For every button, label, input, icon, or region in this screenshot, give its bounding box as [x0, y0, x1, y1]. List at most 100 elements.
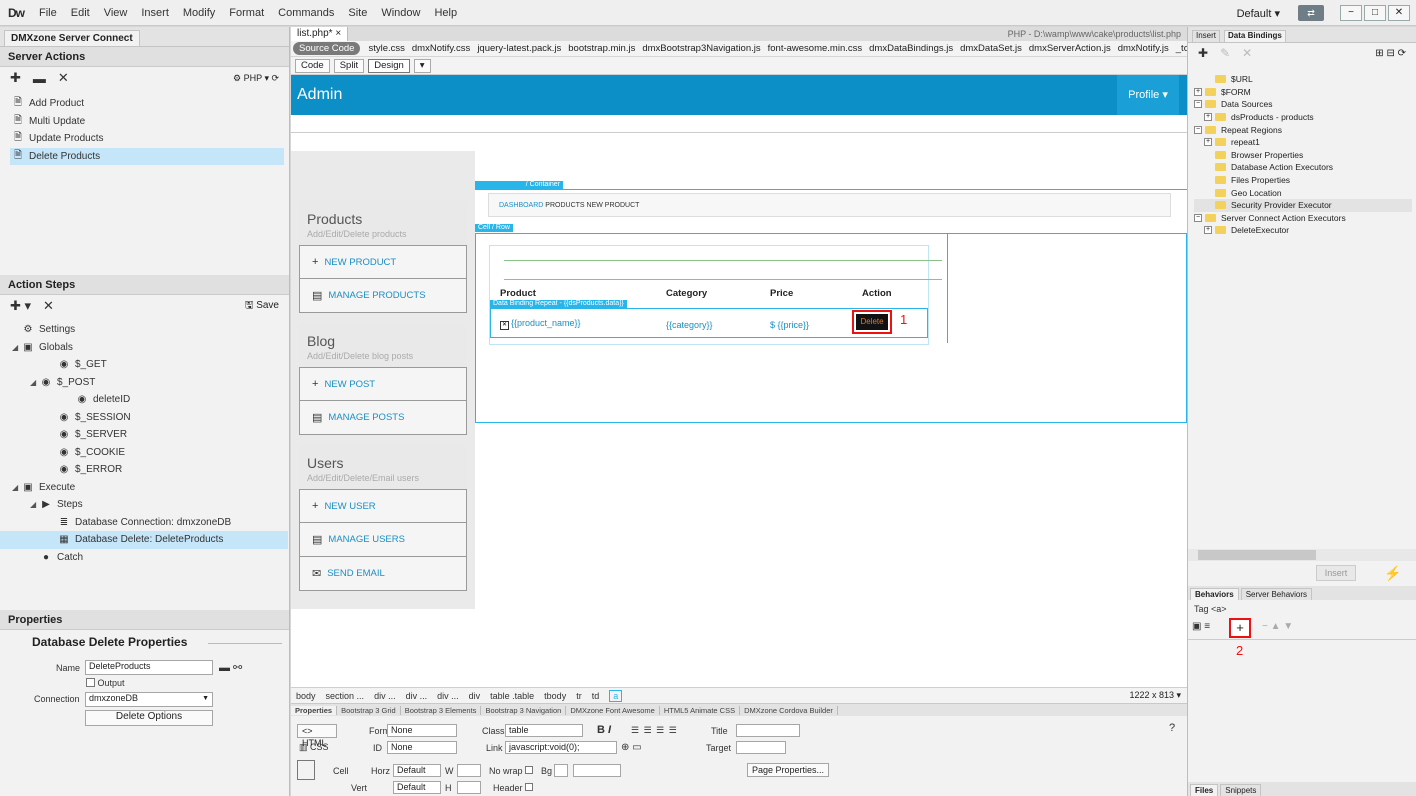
- css-mode-button[interactable]: ▥ CSS: [299, 742, 329, 753]
- action-item-multi-update[interactable]: 🗎 Multi Update: [12, 113, 289, 131]
- delete-options-button[interactable]: Delete Options: [85, 710, 213, 726]
- binding-node[interactable]: − Data Sources: [1194, 98, 1412, 111]
- folder-icon[interactable]: ▬: [33, 71, 46, 86]
- step-item[interactable]: ● Catch: [6, 549, 288, 567]
- bg-color-field[interactable]: [573, 764, 621, 777]
- binding-node[interactable]: − Server Connect Action Executors: [1194, 212, 1412, 225]
- link-field[interactable]: javascript:void(0);: [505, 741, 617, 754]
- collapse-icon[interactable]: −: [1194, 125, 1202, 134]
- card-button[interactable]: + NEW POST: [299, 367, 467, 401]
- tag-crumb[interactable]: tr: [576, 691, 582, 701]
- menu-view[interactable]: View: [104, 7, 128, 19]
- insert-button[interactable]: Insert: [1316, 565, 1356, 581]
- step-item[interactable]: ◉ $_SESSION: [6, 409, 288, 427]
- tag-crumb[interactable]: tbody: [544, 691, 566, 701]
- menu-insert[interactable]: Insert: [141, 7, 169, 19]
- format-select[interactable]: None: [387, 724, 457, 737]
- menu-commands[interactable]: Commands: [278, 7, 334, 19]
- title-field[interactable]: [736, 724, 800, 737]
- nowrap-checkbox[interactable]: No wrap: [489, 766, 534, 776]
- design-view-button[interactable]: Design: [368, 58, 410, 73]
- width-field[interactable]: [457, 764, 481, 777]
- vert-select[interactable]: Default: [393, 781, 441, 794]
- binding-node[interactable]: +Geo Location: [1194, 186, 1412, 199]
- binding-node[interactable]: − Repeat Regions: [1194, 123, 1412, 136]
- folder-browse-icon[interactable]: ▬ ⚯: [219, 661, 242, 674]
- card-button[interactable]: ✉ SEND EMAIL: [299, 557, 467, 591]
- save-button[interactable]: 🖫 Save: [245, 298, 279, 315]
- binding-node[interactable]: + repeat1: [1194, 136, 1412, 149]
- brand-title[interactable]: Admin Panel: [297, 87, 387, 103]
- code-view-button[interactable]: Code: [295, 58, 330, 73]
- page-properties-button[interactable]: Page Properties...: [747, 763, 830, 777]
- related-file[interactable]: dmxServerAction.js: [1029, 43, 1111, 54]
- binding-node[interactable]: + $FORM: [1194, 86, 1412, 99]
- remove-step-icon[interactable]: ✕: [43, 298, 54, 314]
- related-file[interactable]: _top_na: [1176, 43, 1187, 54]
- help-icon[interactable]: ?: [1169, 722, 1175, 734]
- view-dropdown[interactable]: ▾: [413, 58, 431, 73]
- checkbox-icon[interactable]: ✕: [500, 321, 509, 330]
- target-select[interactable]: [736, 741, 786, 754]
- expand-icon[interactable]: +: [1204, 226, 1212, 235]
- add-icon[interactable]: ✚: [10, 70, 21, 86]
- tag-crumb[interactable]: table .table: [490, 691, 534, 701]
- related-file[interactable]: dmxDataSet.js: [960, 43, 1022, 54]
- source-code-button[interactable]: Source Code: [293, 42, 361, 55]
- collapse-icon[interactable]: −: [1194, 213, 1202, 222]
- properties-tab[interactable]: Properties: [291, 705, 338, 715]
- related-file[interactable]: dmxDataBindings.js: [869, 43, 953, 54]
- step-item[interactable]: ◉ $_COOKIE: [6, 444, 288, 462]
- tag-crumb[interactable]: div ...: [406, 691, 428, 701]
- properties-tab[interactable]: Bootstrap 3 Elements: [401, 705, 482, 715]
- step-item[interactable]: ◢ ▣ Execute: [6, 479, 288, 497]
- menu-window[interactable]: Window: [381, 7, 420, 19]
- horz-select[interactable]: Default: [393, 764, 441, 777]
- tab-list-php[interactable]: list.php* ×: [291, 27, 349, 41]
- related-file[interactable]: bootstrap.min.js: [568, 43, 635, 54]
- header-checkbox[interactable]: Header: [493, 783, 534, 793]
- binding-node[interactable]: +Files Properties: [1194, 174, 1412, 187]
- expand-icon[interactable]: +: [1204, 113, 1212, 122]
- output-checkbox-row[interactable]: Output: [86, 678, 125, 688]
- tag-a[interactable]: a: [609, 689, 623, 702]
- tab-behaviors[interactable]: Behaviors: [1190, 588, 1239, 600]
- action-item-delete-products[interactable]: 🗎 Delete Products: [10, 147, 284, 165]
- maximize-icon[interactable]: □: [1364, 5, 1386, 21]
- minimize-icon[interactable]: −: [1340, 5, 1362, 21]
- related-file[interactable]: style.css: [368, 43, 404, 54]
- menu-file[interactable]: File: [39, 7, 57, 19]
- step-item[interactable]: ◢ ▣ Globals: [6, 339, 288, 357]
- workspace-switcher[interactable]: Default ▾: [1237, 7, 1280, 20]
- connection-select[interactable]: dmxzoneDB ▼: [85, 692, 213, 707]
- edit-binding-icon[interactable]: ✎: [1220, 46, 1230, 60]
- step-item[interactable]: ◉ $_GET: [6, 356, 288, 374]
- add-behavior-button[interactable]: +: [1229, 618, 1251, 638]
- binding-node[interactable]: + dsProducts - products: [1194, 111, 1412, 124]
- menu-format[interactable]: Format: [229, 7, 264, 19]
- tag-crumb[interactable]: div ...: [437, 691, 459, 701]
- point-to-file-icon[interactable]: ⊕ ▭: [621, 742, 642, 753]
- tab-server-behaviors[interactable]: Server Behaviors: [1240, 588, 1313, 600]
- close-icon[interactable]: ✕: [1388, 5, 1410, 21]
- class-select[interactable]: table: [505, 724, 583, 737]
- card-button[interactable]: + NEW USER: [299, 489, 467, 523]
- step-item[interactable]: ◢ ◉ $_POST: [6, 374, 288, 392]
- collapse-icon[interactable]: −: [1194, 100, 1202, 109]
- menu-help[interactable]: Help: [434, 7, 457, 19]
- action-item-add-product[interactable]: 🗎 Add Product: [12, 95, 289, 113]
- bg-color-swatch[interactable]: [554, 764, 568, 777]
- delete-button[interactable]: Delete: [852, 310, 892, 334]
- binding-node[interactable]: +$URL: [1194, 73, 1412, 86]
- id-select[interactable]: None: [387, 741, 457, 754]
- card-button[interactable]: ▤ MANAGE PRODUCTS: [299, 279, 467, 313]
- tab-data-bindings[interactable]: Data Bindings: [1224, 30, 1286, 42]
- related-file[interactable]: jquery-latest.pack.js: [477, 43, 561, 54]
- expand-icon[interactable]: +: [1194, 87, 1202, 96]
- tag-crumb[interactable]: td: [592, 691, 600, 701]
- menu-modify[interactable]: Modify: [183, 7, 215, 19]
- behavior-order-icons[interactable]: − ▲ ▼: [1262, 621, 1293, 632]
- name-field[interactable]: DeleteProducts: [85, 660, 213, 675]
- window-size[interactable]: 1222 x 813 ▾: [1129, 690, 1181, 701]
- magic-wand-icon[interactable]: ⚡: [1384, 565, 1401, 582]
